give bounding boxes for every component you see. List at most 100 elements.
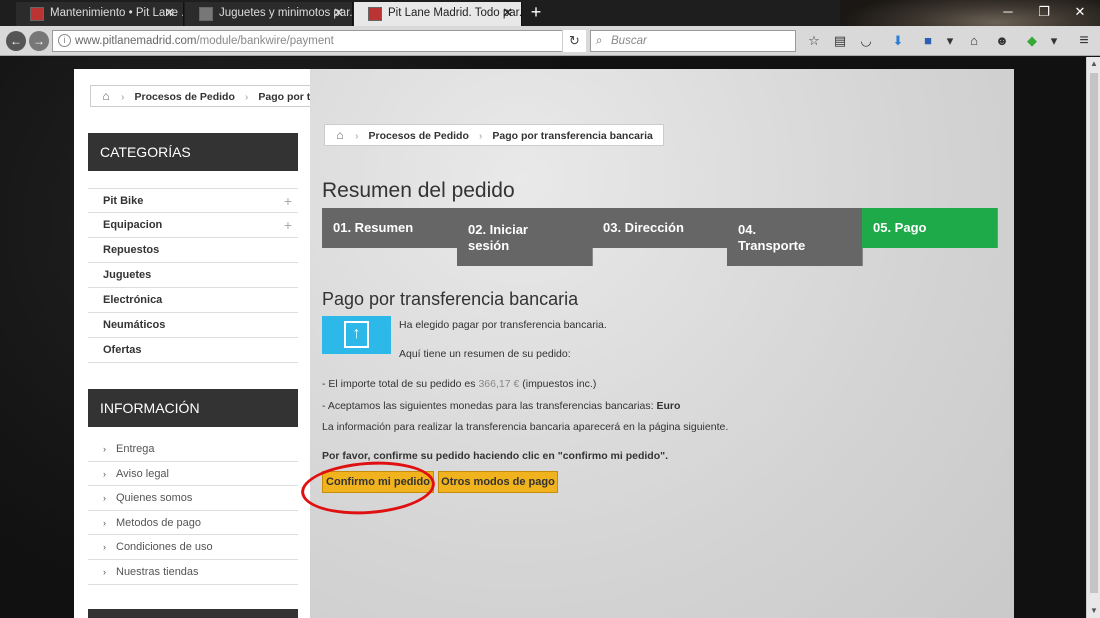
category-label: Pit Bike [103, 195, 144, 207]
scrollbar-thumb[interactable] [1090, 73, 1098, 593]
step-label: 04. [738, 222, 757, 237]
other-payment-methods-button[interactable]: Otros modos de pago [438, 471, 558, 493]
currency-line: - Aceptamos las siguientes monedas para … [322, 400, 680, 412]
addon-icon[interactable]: ◆ [1024, 33, 1040, 49]
info-link-label: Nuestras tiendas [116, 565, 199, 578]
page-container: ⌂ › Procesos de Pedido › Pago por transferen… [74, 69, 1014, 618]
favicon-icon [30, 7, 44, 21]
info-link-label: Condiciones de uso [116, 541, 213, 554]
category-neumaticos[interactable]: Neumáticos [88, 313, 298, 338]
info-link-entrega[interactable]: › Entrega [88, 437, 298, 462]
next-block-title [88, 609, 298, 618]
next-page-info: La información para realizar la transfer… [322, 421, 729, 433]
addon-menu-icon[interactable]: ▾ [1046, 33, 1062, 49]
vertical-scrollbar[interactable]: ▲ ▼ [1086, 57, 1100, 618]
chevron-right-icon: › [103, 566, 106, 577]
close-window-icon[interactable]: ✕ [1062, 0, 1098, 24]
breadcrumb-link[interactable]: Procesos de Pedido [359, 126, 479, 146]
chevron-right-icon: › [103, 468, 106, 479]
emoji-icon[interactable]: ☻ [994, 33, 1010, 49]
home-icon[interactable]: ⌂ [91, 86, 121, 106]
pocket-icon[interactable]: ◡ [858, 33, 874, 49]
currency-prefix: - Aceptamos las siguientes monedas para … [322, 400, 654, 412]
chevron-right-icon: › [103, 542, 106, 553]
step-label: 02. Iniciar [468, 222, 528, 237]
info-link-quienes-somos[interactable]: › Quienes somos [88, 486, 298, 511]
categories-title[interactable]: CATEGORÍAS [88, 133, 298, 171]
tab-bar: Mantenimiento • Pit Lane ... ✕ Juguetes … [0, 0, 1100, 56]
restore-icon[interactable]: ❐ [1026, 0, 1062, 24]
breadcrumb-current: Pago por transferencia bancaria [492, 130, 653, 142]
checkout-steps: 01. Resumen 02. Iniciar sesión 03. Direcc… [322, 208, 999, 266]
url-host: www.pitlanemadrid.com [75, 35, 197, 47]
reload-icon[interactable]: ↻ [562, 30, 586, 52]
url-bar[interactable]: i www.pitlanemadrid.com/module/bankwire/… [52, 30, 586, 52]
summary-intro-text: Aquí tiene un resumen de su pedido: [399, 348, 571, 360]
tab-1[interactable]: Mantenimiento • Pit Lane ... ✕ [16, 2, 184, 26]
close-tab-icon[interactable]: ✕ [333, 2, 344, 24]
category-equipacion[interactable]: Equipacion + [88, 213, 298, 238]
scroll-down-icon[interactable]: ▼ [1087, 604, 1100, 618]
info-title[interactable]: INFORMACIÓN [88, 389, 298, 427]
step-label: 01. Resumen [333, 220, 414, 235]
info-link-condiciones[interactable]: › Condiciones de uso [88, 535, 298, 560]
search-input[interactable]: ⌕ Buscar [590, 30, 796, 52]
download-icon[interactable]: ⬇ [890, 33, 906, 49]
bankwire-logo: ↑ [322, 316, 391, 354]
scroll-up-icon[interactable]: ▲ [1087, 57, 1100, 71]
step-direccion: 03. Dirección [592, 208, 728, 248]
info-link-label: Metodos de pago [116, 516, 202, 529]
total-amount: 366,17 € [478, 378, 520, 390]
new-tab-icon[interactable]: + [526, 0, 546, 26]
minimize-icon[interactable]: ─ [990, 0, 1026, 24]
close-tab-icon[interactable]: ✕ [164, 2, 175, 24]
category-pit-bike[interactable]: Pit Bike + [88, 188, 298, 213]
total-amount-line: - El importe total de su pedido es 366,1… [322, 378, 596, 390]
info-link-metodos-pago[interactable]: › Metodos de pago [88, 511, 298, 536]
chevron-right-icon: › [103, 493, 106, 504]
left-column: ⌂›Procesos de Pedido›Pago por transferen… [74, 69, 430, 618]
category-repuestos[interactable]: Repuestos [88, 238, 298, 263]
step-iniciar-sesion: 02. Iniciar sesión [457, 208, 593, 266]
info-link-tiendas[interactable]: › Nuestras tiendas [88, 560, 298, 585]
category-label: Electrónica [103, 294, 163, 306]
step-transporte: 04. Transporte [727, 208, 863, 266]
breadcrumb-link[interactable]: Procesos de Pedido [125, 87, 245, 107]
home-icon[interactable]: ⌂ [325, 125, 355, 145]
total-prefix: - El importe total de su pedido es [322, 378, 476, 390]
bookmark-star-icon[interactable]: ☆ [806, 33, 822, 49]
upload-arrow-icon: ↑ [344, 321, 369, 348]
category-electronica[interactable]: Electrónica [88, 288, 298, 313]
extension-icon[interactable]: ■ [920, 33, 936, 49]
tab-3-active[interactable]: Pit Lane Madrid. Todo par... ✕ [354, 2, 522, 26]
step-label-line2: sesión [468, 238, 510, 253]
hamburger-menu-icon[interactable]: ≡ [1076, 33, 1092, 49]
info-link-label: Aviso legal [116, 467, 169, 480]
annotation-circle [299, 457, 437, 519]
expand-icon[interactable]: + [284, 213, 292, 238]
category-ofertas[interactable]: Ofertas [88, 338, 298, 363]
search-placeholder: Buscar [611, 35, 647, 47]
category-juguetes[interactable]: Juguetes [88, 263, 298, 288]
search-icon: ⌕ [596, 35, 603, 47]
confirm-prompt: Por favor, confirme su pedido haciendo c… [322, 450, 669, 462]
tab-2[interactable]: Juguetes y minimotos par... ✕ [185, 2, 353, 26]
expand-icon[interactable]: + [284, 189, 292, 214]
close-tab-icon[interactable]: ✕ [502, 2, 513, 24]
info-link-aviso-legal[interactable]: › Aviso legal [88, 462, 298, 487]
info-link-label: Entrega [116, 443, 155, 455]
step-pago-active: 05. Pago [862, 208, 998, 248]
favicon-icon [199, 7, 213, 21]
reading-list-icon[interactable]: ▤ [832, 33, 848, 49]
step-label: 03. Dirección [603, 220, 684, 235]
category-label: Ofertas [103, 344, 142, 356]
extension-menu-icon[interactable]: ▾ [942, 33, 958, 49]
categories-list: Pit Bike + Equipacion + Repuestos Juguetes… [88, 188, 298, 363]
main-column: ⌂ › Procesos de Pedido › Pago por transferen… [299, 69, 1014, 618]
home-icon[interactable]: ⌂ [966, 33, 982, 49]
currency-value: Euro [656, 400, 681, 412]
payment-title: Pago por transferencia bancaria [322, 289, 579, 309]
back-icon[interactable]: ← [6, 31, 26, 51]
info-icon[interactable]: i [58, 34, 71, 47]
forward-icon[interactable]: → [29, 31, 49, 51]
